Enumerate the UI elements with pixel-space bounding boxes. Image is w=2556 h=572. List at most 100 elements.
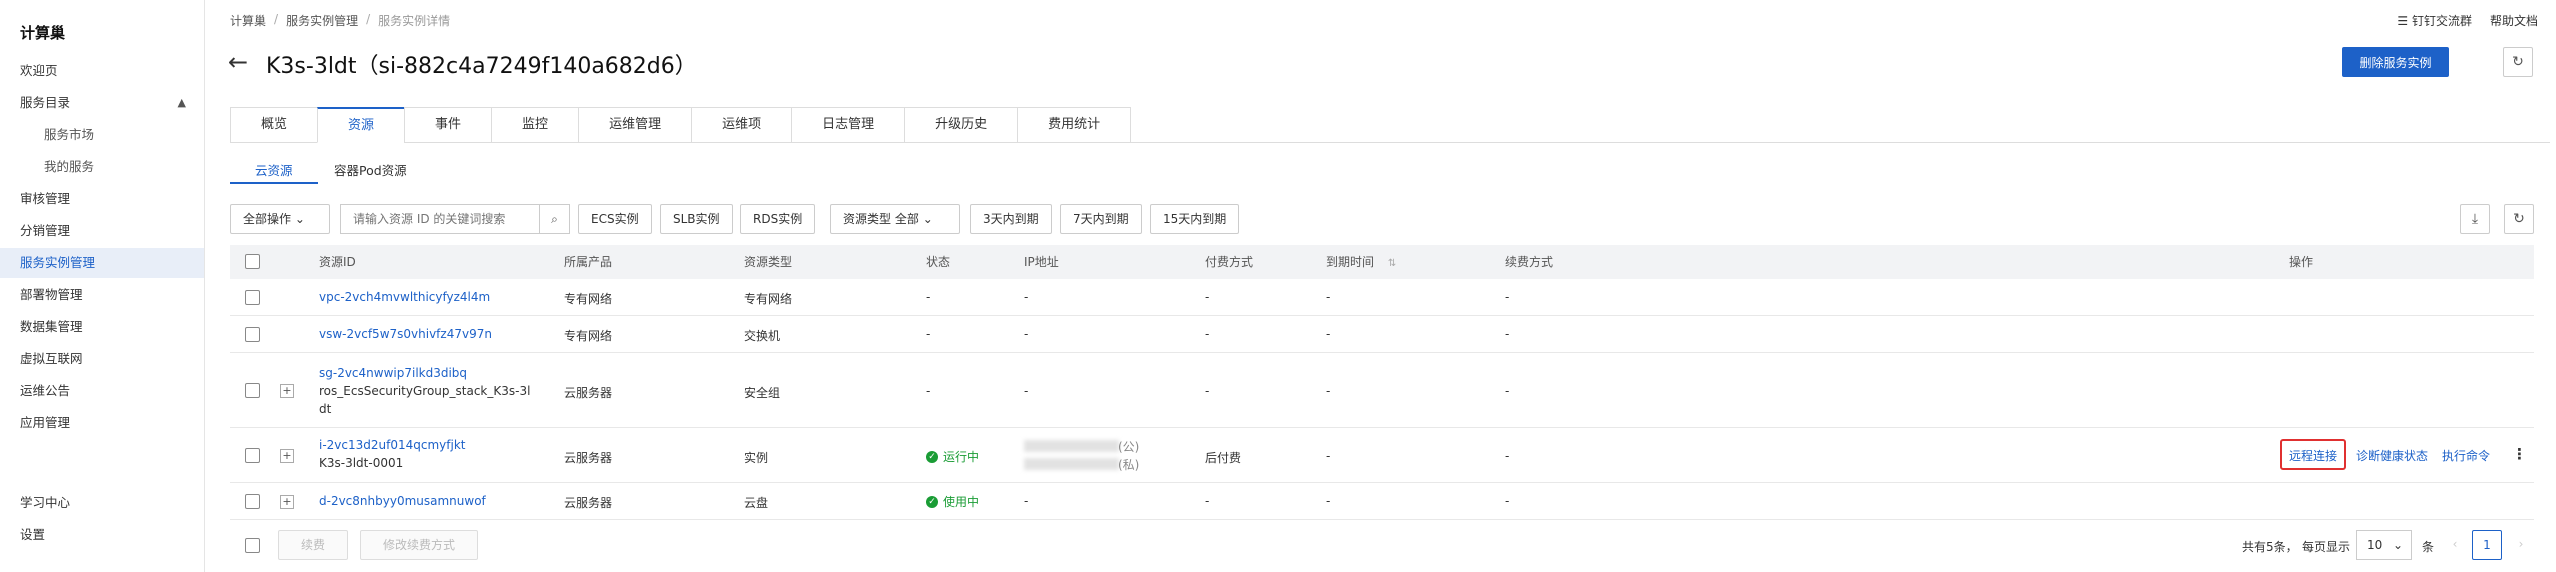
chevron-down-icon: ⌄	[294, 212, 305, 226]
tab-bar: 概览 资源 事件 监控 运维管理 运维项 日志管理 升级历史 费用统计	[230, 107, 2550, 143]
refresh-icon[interactable]: ↻	[2504, 204, 2534, 234]
sidebar-item-instance-management[interactable]: 服务实例管理	[0, 248, 204, 278]
ip-redacted	[1024, 440, 1119, 452]
resource-id-link[interactable]: i-2vc13d2uf014qcmyfjkt	[319, 438, 465, 452]
sort-icon: ⇅	[1387, 258, 1397, 269]
diagnose-health-link[interactable]: 诊断健康状态	[2356, 447, 2428, 464]
resource-type-cell: 交换机	[744, 329, 781, 343]
help-docs-link[interactable]: 帮助文档	[2490, 12, 2538, 29]
remote-connect-link[interactable]: 远程连接	[2289, 447, 2337, 464]
chevron-down-icon: ⌄	[2392, 538, 2403, 552]
sidebar-item-app-management[interactable]: 应用管理	[0, 408, 204, 438]
all-operations-dropdown[interactable]: 全部操作 ⌄	[230, 204, 330, 234]
breadcrumb-current: 服务实例详情	[378, 14, 451, 28]
row-checkbox[interactable]	[245, 383, 260, 398]
check-circle-icon: ✓	[926, 495, 938, 508]
tab-upgrade-history[interactable]: 升级历史	[904, 107, 1018, 143]
row-checkbox[interactable]	[245, 327, 260, 342]
tab-resources[interactable]: 资源	[317, 107, 405, 143]
resource-id-link[interactable]: d-2vc8nhbyy0musamnuwof	[319, 494, 486, 508]
filter-ecs[interactable]: ECS实例	[578, 204, 652, 234]
sidebar-item-welcome[interactable]: 欢迎页	[0, 56, 204, 86]
filter-15-days[interactable]: 15天内到期	[1150, 204, 1240, 234]
resource-id-link[interactable]: vpc-2vch4mvwlthicyfyz4l4m	[319, 290, 490, 304]
search-box: ⌕	[340, 204, 570, 234]
sidebar-item-settings[interactable]: 设置	[0, 520, 204, 550]
expand-icon[interactable]: +	[280, 384, 294, 398]
ip-cell: -	[1024, 384, 1029, 398]
breadcrumb-item[interactable]: 计算巢	[230, 12, 266, 29]
product-cell: 专有网络	[564, 292, 613, 306]
subtab-cloud-resources[interactable]: 云资源	[255, 160, 293, 179]
tab-overview[interactable]: 概览	[230, 107, 318, 143]
list-icon: ☰	[2397, 14, 2412, 28]
status-cell: -	[926, 384, 931, 398]
expire-cell: -	[1326, 327, 1331, 341]
sidebar-item-service-market[interactable]: 服务市场	[0, 120, 204, 150]
tab-events[interactable]: 事件	[404, 107, 492, 143]
row-checkbox[interactable]	[245, 290, 260, 305]
tab-ops-items[interactable]: 运维项	[691, 107, 792, 143]
sidebar-item-review[interactable]: 审核管理	[0, 184, 204, 214]
tab-monitoring[interactable]: 监控	[491, 107, 579, 143]
sidebar-item-service-catalog[interactable]: 服务目录 ▲	[0, 88, 204, 118]
sidebar-item-artifact[interactable]: 部署物管理	[0, 280, 204, 310]
resource-type-select[interactable]: 资源类型 全部 ⌄	[830, 204, 960, 234]
resource-id-link[interactable]: vsw-2vcf5w7s0vhivfz47v97n	[319, 327, 492, 341]
expand-icon[interactable]: +	[280, 495, 294, 509]
modify-renew-button[interactable]: 修改续费方式	[360, 530, 479, 560]
refresh-icon[interactable]: ↻	[2503, 47, 2533, 77]
back-arrow-icon[interactable]: ←	[228, 48, 248, 76]
column-header-sortable[interactable]: 到期时间 ⇅	[1326, 245, 1396, 281]
breadcrumb-separator: /	[274, 12, 279, 26]
check-circle-icon: ✓	[926, 450, 938, 463]
filter-slb[interactable]: SLB实例	[660, 204, 733, 234]
footer-select-all-checkbox[interactable]	[245, 538, 260, 553]
sidebar-item-label: 服务目录	[20, 95, 71, 110]
search-input[interactable]	[341, 205, 539, 233]
run-command-link[interactable]: 执行命令	[2442, 447, 2490, 464]
download-icon[interactable]: ⤓	[2460, 204, 2490, 234]
page-number-current[interactable]: 1	[2472, 530, 2502, 560]
expand-icon[interactable]: +	[280, 449, 294, 463]
top-links: ☰ 钉钉交流群 帮助文档	[2397, 12, 2538, 29]
page-title: K3s-3ldt（si-882c4a7249f140a682d6）	[266, 54, 697, 79]
filter-rds[interactable]: RDS实例	[740, 204, 816, 234]
sidebar-item-ops-notice[interactable]: 运维公告	[0, 376, 204, 406]
expire-cell: -	[1326, 290, 1331, 304]
sidebar-item-virtual-network[interactable]: 虚拟互联网	[0, 344, 204, 374]
tab-cost-stats[interactable]: 费用统计	[1017, 107, 1132, 143]
search-icon[interactable]: ⌕	[539, 205, 569, 233]
delete-instance-button[interactable]: 删除服务实例	[2342, 47, 2449, 77]
ip-cell: -	[1024, 494, 1029, 508]
filter-3-days[interactable]: 3天内到期	[970, 204, 1052, 234]
sidebar-item-learning[interactable]: 学习中心	[0, 488, 204, 518]
ip-private-tag: (私)	[1118, 458, 1140, 472]
renew-cell: -	[1505, 494, 1510, 508]
sidebar-item-distribution[interactable]: 分销管理	[0, 216, 204, 246]
subtab-underline	[230, 182, 318, 184]
subtab-pod-resources[interactable]: 容器Pod资源	[334, 160, 407, 179]
sidebar-item-my-services[interactable]: 我的服务	[0, 152, 204, 182]
column-header: 所属产品	[564, 255, 613, 269]
tab-ops-management[interactable]: 运维管理	[578, 107, 692, 143]
sidebar: 计算巢 欢迎页 服务目录 ▲ 服务市场 我的服务 审核管理 分销管理 服务实例管…	[0, 0, 205, 572]
filter-7-days[interactable]: 7天内到期	[1060, 204, 1142, 234]
row-checkbox[interactable]	[245, 494, 260, 509]
row-checkbox[interactable]	[245, 448, 260, 463]
table-row: + i-2vc13d2uf014qcmyfjkt K3s-3ldt-0001 云…	[230, 428, 2534, 483]
renew-button[interactable]: 续费	[278, 530, 349, 560]
tab-logs[interactable]: 日志管理	[791, 107, 905, 143]
sidebar-item-dataset[interactable]: 数据集管理	[0, 312, 204, 342]
resource-id-link[interactable]: sg-2vc4nwwip7ilkd3dibq	[319, 366, 467, 380]
dingtalk-group-link[interactable]: ☰ 钉钉交流群	[2397, 12, 2472, 29]
page-size-select[interactable]: 10 ⌄	[2356, 530, 2412, 560]
select-all-checkbox[interactable]	[245, 254, 260, 269]
brand-title: 计算巢	[20, 24, 66, 42]
column-header: 资源ID	[319, 255, 356, 269]
more-icon[interactable]: ⋮	[2512, 445, 2527, 463]
table-row: + d-2vc8nhbyy0musamnuwof 云服务器 云盘 ✓ 使用中 -…	[230, 483, 2534, 520]
prev-page-icon[interactable]: ‹	[2440, 530, 2470, 560]
breadcrumb-item[interactable]: 服务实例管理	[286, 12, 358, 29]
next-page-icon[interactable]: ›	[2506, 530, 2536, 560]
